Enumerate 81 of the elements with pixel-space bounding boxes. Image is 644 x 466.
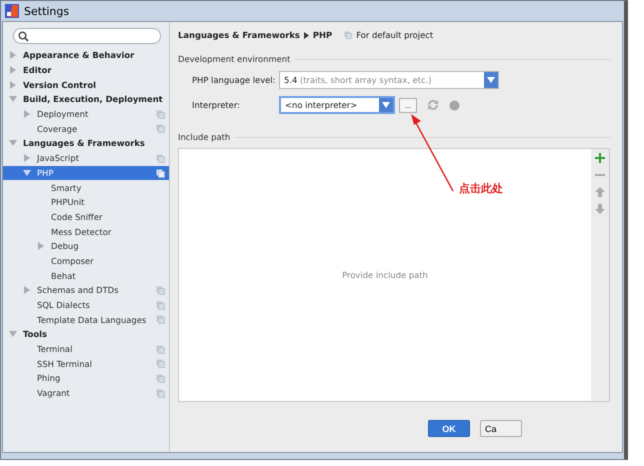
collapsed-arrow-icon[interactable] xyxy=(37,242,45,250)
refresh-icon[interactable] xyxy=(427,99,439,111)
tree-item[interactable]: SSH Terminal xyxy=(3,356,169,372)
collapsed-arrow-icon[interactable] xyxy=(23,154,31,162)
field-label: Interpreter: xyxy=(191,100,241,110)
tree-item[interactable]: Version Control xyxy=(3,77,169,92)
dropdown-arrow-icon xyxy=(487,77,495,83)
add-icon[interactable] xyxy=(595,153,605,163)
window-title: Settings xyxy=(24,4,70,18)
browse-button[interactable]: ... xyxy=(399,98,417,112)
ok-button[interactable]: OK xyxy=(428,420,470,437)
collapsed-arrow-icon[interactable] xyxy=(23,110,31,118)
tree-item-label: Deployment xyxy=(37,109,88,120)
tree-item[interactable]: JavaScript xyxy=(3,150,169,166)
tree-item-label: Composer xyxy=(51,256,94,266)
tree-item[interactable]: PHPUnit xyxy=(3,194,169,210)
cancel-button[interactable]: Ca xyxy=(480,420,522,437)
scope-label: For default project xyxy=(356,30,434,40)
interpreter-dropdown[interactable]: <no interpreter> xyxy=(279,96,395,114)
tree-item[interactable]: Languages & Frameworks xyxy=(3,136,169,151)
tree-item-label: Editor xyxy=(23,65,52,76)
tree-item[interactable]: Deployment xyxy=(3,106,169,122)
empty-list-text: Provide include path xyxy=(342,270,428,280)
tree-item[interactable]: Build, Execution, Deployment xyxy=(3,92,169,107)
tree-item[interactable]: Mess Detector xyxy=(3,224,169,239)
copy-icon xyxy=(344,31,352,39)
tree-item-label: Behat xyxy=(51,270,76,281)
search-field[interactable] xyxy=(13,28,161,44)
app-logo-icon xyxy=(5,4,19,18)
tree-item[interactable]: Terminal xyxy=(3,342,169,356)
annotation-text: 点击此处 xyxy=(459,181,503,196)
breadcrumb-item: Languages & Frameworks xyxy=(178,30,300,40)
tree-item[interactable]: Editor xyxy=(3,62,169,78)
tree-item[interactable]: PHP xyxy=(3,166,169,180)
tree-item-label: Schemas and DTDs xyxy=(37,285,118,296)
tree-item-label: SQL Dialects xyxy=(37,300,90,310)
tree-item[interactable]: Tools xyxy=(3,327,169,342)
tree-item-label: Template Data Languages xyxy=(37,314,146,325)
expanded-arrow-icon[interactable] xyxy=(9,95,17,104)
field-label: PHP language level: xyxy=(191,75,276,85)
tree-item[interactable]: Code Sniffer xyxy=(3,210,169,224)
tree-item-label: Terminal xyxy=(37,344,72,354)
expanded-arrow-icon[interactable] xyxy=(23,168,31,177)
expanded-arrow-icon[interactable] xyxy=(9,139,17,148)
language-level-dropdown[interactable]: 5.4 (traits, short array syntax, etc.) xyxy=(279,71,499,89)
section-title: Include path xyxy=(178,132,230,142)
tree-item[interactable]: Vagrant xyxy=(3,386,169,400)
tree-item[interactable]: Schemas and DTDs xyxy=(3,283,169,298)
tree-item-label: Tools xyxy=(23,329,47,340)
tree-item-label: Languages & Frameworks xyxy=(23,138,145,148)
breadcrumb-arrow-icon xyxy=(304,32,309,38)
dropdown-arrow-icon xyxy=(382,102,390,108)
tree-item[interactable]: Debug xyxy=(3,238,169,254)
tree-item-label: Mess Detector xyxy=(51,226,112,237)
breadcrumb-item: PHP xyxy=(312,30,332,40)
search-icon xyxy=(18,30,29,42)
collapsed-arrow-icon[interactable] xyxy=(23,286,31,294)
tree-item[interactable]: Coverage xyxy=(3,121,169,136)
section-title: Development environment xyxy=(178,54,290,64)
tree-item-label: Vagrant xyxy=(37,388,70,398)
tree-item-label: Build, Execution, Deployment xyxy=(23,94,163,104)
tree-item-label: Coverage xyxy=(37,124,78,134)
tree-item[interactable]: SQL Dialects xyxy=(3,298,169,312)
expanded-arrow-icon[interactable] xyxy=(9,330,17,338)
tree-item-label: JavaScript xyxy=(37,153,79,164)
tree-item[interactable]: Phing xyxy=(3,371,169,386)
tree-item-label: Code Sniffer xyxy=(51,212,102,222)
tree-item[interactable]: Smarty xyxy=(3,180,169,195)
tree-item-label: Debug xyxy=(51,241,79,252)
tree-item-label: Phing xyxy=(37,373,60,384)
tree-item[interactable]: Template Data Languages xyxy=(3,312,169,328)
tree-item[interactable]: Behat xyxy=(3,268,169,283)
tree-item-label: Smarty xyxy=(51,182,82,193)
tree-item[interactable]: Appearance & Behavior xyxy=(3,48,169,63)
tree-item-label: PHPUnit xyxy=(51,197,84,208)
tree-item-label: PHP xyxy=(37,168,54,178)
tree-item[interactable]: Composer xyxy=(3,254,169,268)
tree-item-label: Appearance & Behavior xyxy=(23,50,134,60)
tree-item-label: SSH Terminal xyxy=(37,358,92,369)
tree-item-label: Version Control xyxy=(23,80,96,90)
info-icon[interactable] xyxy=(449,100,460,110)
